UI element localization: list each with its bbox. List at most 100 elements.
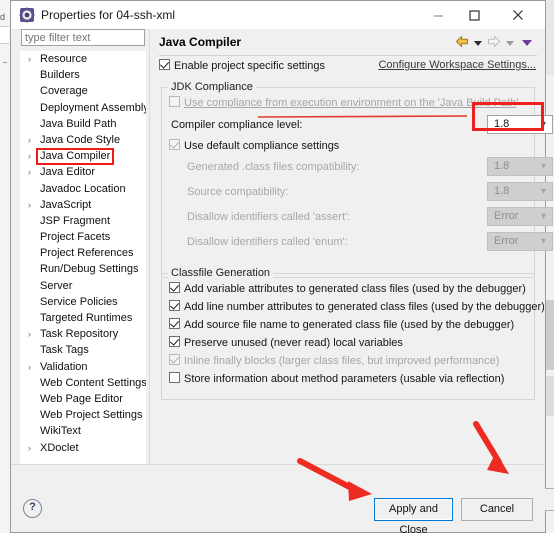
sidebar-item-web-content-settings[interactable]: Web Content Settings bbox=[20, 375, 146, 391]
compiler-compliance-level-label: Compiler compliance level: bbox=[171, 119, 303, 131]
sidebar-item-label: Coverage bbox=[40, 85, 88, 98]
cancel-button[interactable]: Cancel bbox=[461, 498, 533, 521]
sidebar-item-label: Web Content Settings bbox=[40, 376, 146, 389]
sidebar-item-javadoc-location[interactable]: Javadoc Location bbox=[20, 181, 146, 197]
chevron-right-icon[interactable]: › bbox=[28, 51, 36, 67]
sidebar-item-project-references[interactable]: Project References bbox=[20, 245, 146, 261]
store-method-parameters-checkbox[interactable]: Store information about method parameter… bbox=[169, 371, 504, 387]
sidebar-item-builders[interactable]: Builders bbox=[20, 67, 146, 83]
sidebar-item-wikitext[interactable]: WikiText bbox=[20, 423, 146, 439]
generated-class-files-compatibility-label: Generated .class files compatibility: bbox=[187, 161, 360, 173]
sidebar-item-label: XDoclet bbox=[40, 441, 79, 454]
sidebar-item-web-page-editor[interactable]: Web Page Editor bbox=[20, 391, 146, 407]
add-variable-attributes-checkbox[interactable]: Add variable attributes to generated cla… bbox=[169, 281, 526, 297]
sidebar-item-label: JavaScript bbox=[40, 198, 92, 211]
chevron-right-icon[interactable]: › bbox=[28, 148, 36, 164]
dialog-title: Properties for 04-ssh-xml bbox=[41, 8, 176, 22]
chevron-right-icon[interactable]: › bbox=[28, 164, 36, 180]
eclipse-properties-icon bbox=[19, 7, 35, 23]
sidebar-item-label: Deployment Assembly bbox=[40, 101, 146, 114]
sidebar-item-java-build-path[interactable]: Java Build Path bbox=[20, 116, 146, 132]
settings-tree[interactable]: › Resource Builders Coverage Deployment Asse… bbox=[20, 51, 146, 464]
inline-finally-blocks-checkbox[interactable]: Inline finally blocks (larger class file… bbox=[169, 353, 499, 369]
add-line-number-attributes-checkbox[interactable]: Add line number attributes to generated … bbox=[169, 299, 545, 315]
enable-project-specific-settings-label: Enable project specific settings bbox=[174, 60, 326, 72]
sidebar-item-label: Service Policies bbox=[40, 295, 118, 308]
disallow-enum-label: Disallow identifiers called 'enum': bbox=[187, 236, 348, 248]
use-execution-environment-label: Use compliance from execution environmen… bbox=[184, 97, 440, 109]
source-compatibility-combo: 1.8 ▾ bbox=[487, 182, 553, 201]
background-scroll-thumb[interactable] bbox=[546, 300, 554, 370]
source-compatibility-value: 1.8 bbox=[494, 185, 510, 197]
maximize-button[interactable] bbox=[459, 1, 489, 29]
sidebar-item-run-debug-settings[interactable]: Run/Debug Settings bbox=[20, 261, 146, 277]
sidebar-item-label: Validation bbox=[40, 360, 88, 373]
java-compiler-page: Java Compiler Enable project specific se… bbox=[150, 29, 554, 511]
preserve-unused-locals-checkbox[interactable]: Preserve unused (never read) local varia… bbox=[169, 335, 403, 351]
checkbox-box bbox=[159, 59, 170, 70]
use-default-compliance-settings-checkbox[interactable]: Use default compliance settings bbox=[169, 138, 339, 154]
generated-class-files-compatibility-value: 1.8 bbox=[494, 160, 510, 172]
sidebar-item-label: Server bbox=[40, 279, 73, 292]
add-line-number-attributes-label: Add line number attributes to generated … bbox=[184, 301, 545, 313]
chevron-down-icon: ▾ bbox=[540, 186, 546, 197]
apply-and-close-button[interactable]: Apply and Close bbox=[374, 498, 453, 536]
chevron-right-icon[interactable]: › bbox=[28, 132, 36, 148]
use-execution-environment-checkbox[interactable]: Use compliance from execution environmen… bbox=[169, 95, 518, 111]
chevron-right-icon[interactable]: › bbox=[28, 197, 36, 213]
sidebar-item-service-policies[interactable]: Service Policies bbox=[20, 294, 146, 310]
sidebar-item-web-project-settings[interactable]: Web Project Settings bbox=[20, 407, 146, 423]
maximize-icon bbox=[468, 9, 480, 21]
checkbox-box bbox=[169, 96, 180, 107]
store-method-parameters-label: Store information about method parameter… bbox=[184, 373, 505, 385]
configure-workspace-settings-link[interactable]: Configure Workspace Settings... bbox=[378, 59, 536, 71]
sidebar-item-java-code-style[interactable]: › Java Code Style bbox=[20, 132, 146, 148]
background-scroll-track bbox=[546, 0, 554, 75]
back-dropdown-icon[interactable] bbox=[474, 40, 482, 46]
minimize-button[interactable] bbox=[423, 1, 453, 29]
enable-project-specific-settings-checkbox[interactable]: Enable project specific settings bbox=[159, 58, 325, 74]
disallow-enum-value: Error bbox=[494, 235, 519, 247]
close-icon bbox=[513, 10, 523, 20]
sidebar-item-validation[interactable]: › Validation bbox=[20, 359, 146, 375]
sidebar-item-javascript[interactable]: › JavaScript bbox=[20, 197, 146, 213]
sidebar-item-label: WikiText bbox=[40, 425, 81, 438]
sidebar-item-server[interactable]: Server bbox=[20, 278, 146, 294]
generated-class-files-compatibility-combo: 1.8 ▾ bbox=[487, 157, 553, 176]
sidebar-item-targeted-runtimes[interactable]: Targeted Runtimes bbox=[20, 310, 146, 326]
add-source-file-name-checkbox[interactable]: Add source file name to generated class … bbox=[169, 317, 514, 333]
sidebar-item-label: Java Code Style bbox=[40, 133, 121, 146]
background-editor-right-edge bbox=[545, 0, 554, 533]
sidebar-item-label: Java Editor bbox=[40, 166, 96, 179]
close-button[interactable] bbox=[503, 1, 533, 29]
chevron-right-icon[interactable]: › bbox=[28, 326, 36, 342]
sidebar-item-java-editor[interactable]: › Java Editor bbox=[20, 164, 146, 180]
sidebar-item-jsp-fragment[interactable]: JSP Fragment bbox=[20, 213, 146, 229]
page-title: Java Compiler bbox=[159, 35, 242, 49]
help-icon[interactable]: ? bbox=[23, 499, 42, 518]
compliance-combo-highlight bbox=[472, 102, 544, 131]
sidebar-item-label: Java Build Path bbox=[40, 117, 117, 130]
chevron-down-icon: ▾ bbox=[540, 236, 546, 247]
background-scroll-thumb-2[interactable] bbox=[546, 376, 554, 416]
sidebar-item-label: Web Page Editor bbox=[40, 392, 123, 405]
chevron-down-icon: ▾ bbox=[540, 161, 546, 172]
sidebar-item-java-compiler[interactable]: › Java Compiler bbox=[20, 148, 146, 166]
chevron-right-icon[interactable]: › bbox=[28, 440, 36, 456]
sidebar-item-deployment-assembly[interactable]: Deployment Assembly bbox=[20, 100, 146, 116]
sidebar-item-project-facets[interactable]: Project Facets bbox=[20, 229, 146, 245]
forward-arrow-icon bbox=[487, 35, 501, 51]
sidebar-item-task-repository[interactable]: › Task Repository bbox=[20, 326, 146, 342]
checkbox-box bbox=[169, 139, 180, 150]
back-arrow-icon[interactable] bbox=[455, 35, 469, 51]
filter-input[interactable] bbox=[21, 29, 145, 46]
sidebar-item-label: Javadoc Location bbox=[40, 182, 126, 195]
sidebar-item-resource[interactable]: › Resource bbox=[20, 51, 146, 67]
view-menu-icon[interactable] bbox=[522, 40, 532, 46]
use-default-compliance-settings-label: Use default compliance settings bbox=[184, 140, 340, 152]
sidebar-item-coverage[interactable]: Coverage bbox=[20, 83, 146, 99]
sidebar-item-task-tags[interactable]: Task Tags bbox=[20, 342, 146, 358]
sidebar-item-xdoclet[interactable]: › XDoclet bbox=[20, 440, 146, 456]
chevron-right-icon[interactable]: › bbox=[28, 359, 36, 375]
sidebar-item-label: Targeted Runtimes bbox=[40, 312, 133, 324]
